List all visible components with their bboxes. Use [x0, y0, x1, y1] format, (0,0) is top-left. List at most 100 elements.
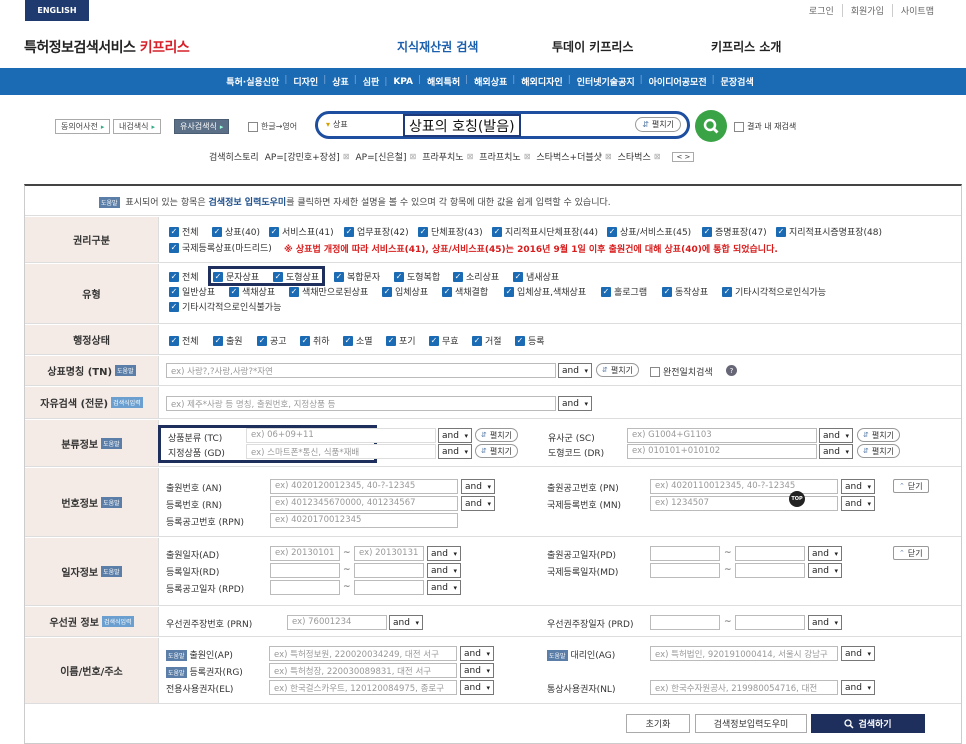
history-item[interactable]: 프라푸치노 [422, 150, 463, 163]
field-select[interactable]: ▾ 상표 [326, 119, 348, 130]
status-abandoned[interactable]: ✓ 포기 [386, 334, 416, 347]
free-operator-select[interactable]: and [558, 396, 592, 411]
rd-operator-select[interactable]: and [427, 563, 461, 578]
type-other-invisible[interactable]: ✓ 기타시각적으로인식불가능 [169, 300, 281, 313]
ad-operator-select[interactable]: and [427, 546, 461, 561]
ap-input[interactable]: ex) 특허정보원, 220020034249, 대전 서구 [269, 646, 457, 661]
close-icon[interactable]: ⊠ [343, 152, 350, 161]
sitemap-link[interactable]: 사이트맵 [891, 4, 942, 17]
hangul-english-toggle[interactable]: 한글→영어 [248, 119, 298, 134]
history-item[interactable]: 스타벅스+더블샷 [536, 150, 602, 163]
mn-input[interactable]: ex) 1234507 [650, 496, 838, 511]
status-withdrawn[interactable]: ✓ 취하 [300, 334, 330, 347]
gnb-ip-search[interactable]: 지식재산권 검색 [397, 38, 478, 55]
close-icon[interactable]: ⊠ [409, 152, 416, 161]
rpn-input[interactable]: ex) 4020170012345 [270, 513, 458, 528]
sc-operator-select[interactable]: and [819, 428, 853, 443]
hangul-checkbox[interactable] [248, 121, 258, 132]
type-hologram[interactable]: ✓ 홀로그램 [601, 285, 647, 298]
an-operator-select[interactable]: and [461, 479, 495, 494]
help-tag[interactable]: 도움말 [166, 650, 187, 661]
pn-input[interactable]: ex) 4020110012345, 40-?-12345 [650, 479, 838, 494]
help-tag[interactable]: 도움말 [166, 667, 187, 678]
ag-operator-select[interactable]: and [841, 646, 875, 661]
rights-service[interactable]: ✓ 서비스표(41) [269, 225, 334, 238]
rd-from-input[interactable] [270, 563, 340, 578]
research-checkbox[interactable] [734, 121, 744, 132]
free-input[interactable]: ex) 제주*사랑 등 명칭, 출원번호, 지정상품 등 [166, 396, 556, 411]
pd-operator-select[interactable]: and [808, 546, 842, 561]
rights-business[interactable]: ✓ 업무표장(42) [344, 225, 409, 238]
rights-collective[interactable]: ✓ 단체표장(43) [418, 225, 483, 238]
history-item[interactable]: 스타벅스 [618, 150, 651, 163]
tn-expand-button[interactable]: ⇵ 펼치기 [596, 363, 639, 377]
rpd-operator-select[interactable]: and [427, 580, 461, 595]
my-query-button[interactable]: 내검색식 ▸ [113, 119, 161, 134]
type-all[interactable]: ✓ 전체 [169, 270, 199, 283]
prn-input[interactable]: ex) 76001234 [287, 615, 387, 630]
sc-expand-button[interactable]: ⇵ 펼치기 [857, 428, 900, 442]
history-pager[interactable]: < > [672, 151, 695, 162]
ad-from-input[interactable]: ex) 20130101 [270, 546, 340, 561]
status-filed[interactable]: ✓ 출원 [213, 334, 243, 347]
subnav-overseas-patent[interactable]: 해외특허 [418, 75, 467, 88]
history-item[interactable]: AP=[신은철] [355, 150, 406, 163]
close-icon[interactable]: ⊠ [654, 152, 661, 161]
dr-operator-select[interactable]: and [819, 444, 853, 459]
search-go-button[interactable] [695, 110, 727, 142]
md-operator-select[interactable]: and [808, 563, 842, 578]
subnav-overseas-design[interactable]: 해외디자인 [512, 75, 569, 88]
type-figure[interactable]: ✓ 도형상표 [273, 270, 319, 283]
exact-match-checkbox[interactable] [650, 366, 660, 377]
md-to-input[interactable] [735, 563, 805, 578]
status-published[interactable]: ✓ 공고 [257, 334, 287, 347]
pn-operator-select[interactable]: and [841, 479, 875, 494]
el-operator-select[interactable]: and [460, 680, 494, 695]
query-input-tag[interactable]: 검색식입력 [111, 397, 143, 408]
research-within-results[interactable]: 결과 내 재검색 [734, 121, 796, 132]
type-color[interactable]: ✓ 색채상표 [229, 285, 275, 298]
rpd-from-input[interactable] [270, 580, 340, 595]
tc-expand-button[interactable]: ⇵ 펼치기 [475, 428, 518, 442]
query-input-tag[interactable]: 검색식입력 [101, 616, 134, 627]
status-rejected[interactable]: ✓ 거절 [472, 334, 502, 347]
date-close-button[interactable]: ⌃ 닫기 [893, 546, 929, 560]
main-search-box[interactable]: ▾ 상표 상표의 호칭(발음) ⇵ 펼치기 [315, 111, 690, 139]
tc-input[interactable]: ex) 06+09+11 [246, 428, 436, 443]
search-query-input[interactable]: 상표의 호칭(발음) [403, 114, 521, 137]
status-extinct[interactable]: ✓ 소멸 [343, 334, 373, 347]
rg-operator-select[interactable]: and [460, 663, 494, 678]
type-composite-text[interactable]: ✓ 복합문자 [334, 270, 380, 283]
an-input[interactable]: ex) 4020120012345, 40-?-12345 [270, 479, 458, 494]
subnav-sentence-search[interactable]: 문장검색 [712, 75, 761, 88]
tn-input[interactable]: ex) 사랑?,?사랑,사랑?*자연 [166, 363, 556, 378]
history-item[interactable]: AP=[강민호+장성] [265, 150, 340, 163]
tc-operator-select[interactable]: and [438, 428, 472, 443]
subnav-design[interactable]: 디자인 [284, 75, 325, 88]
ag-input[interactable]: ex) 특허법인, 920191000414, 서울시 강남구 [650, 646, 838, 661]
rights-geo-certification[interactable]: ✓ 지리적표시증명표장(48) [776, 225, 882, 238]
ad-to-input[interactable]: ex) 20130131 [354, 546, 424, 561]
dr-input[interactable]: ex) 010101+010102 [627, 444, 817, 459]
rights-trademark-service[interactable]: ✓ 상표/서비스표(45) [607, 225, 691, 238]
subnav-tech-disclosure[interactable]: 인터넷기술공지 [568, 75, 642, 88]
rn-operator-select[interactable]: and [461, 496, 495, 511]
close-icon[interactable]: ⊠ [524, 152, 531, 161]
dr-expand-button[interactable]: ⇵ 펼치기 [857, 444, 900, 458]
help-tag[interactable]: 도움말 [101, 496, 122, 508]
subnav-kpa[interactable]: KPA [384, 77, 420, 87]
type-general[interactable]: ✓ 일반상표 [169, 285, 215, 298]
signup-link[interactable]: 회원가입 [841, 4, 892, 17]
gd-expand-button[interactable]: ⇵ 펼치기 [475, 444, 518, 458]
sc-input[interactable]: ex) G1004+G1103 [627, 428, 817, 443]
subnav-trial[interactable]: 심판 [354, 75, 387, 88]
subnav-idea-contest[interactable]: 아이디어공모전 [640, 75, 714, 88]
status-all[interactable]: ✓ 전체 [169, 334, 199, 347]
nl-operator-select[interactable]: and [841, 680, 875, 695]
number-close-button[interactable]: ⌃ 닫기 [893, 479, 929, 493]
type-motion[interactable]: ✓ 동작상표 [662, 285, 708, 298]
close-icon[interactable]: ⊠ [467, 152, 474, 161]
help-tag[interactable]: 도움말 [101, 437, 122, 449]
prd-operator-select[interactable]: and [808, 615, 842, 630]
type-3d-color[interactable]: ✓ 입체상표,색채상표 [504, 285, 586, 298]
